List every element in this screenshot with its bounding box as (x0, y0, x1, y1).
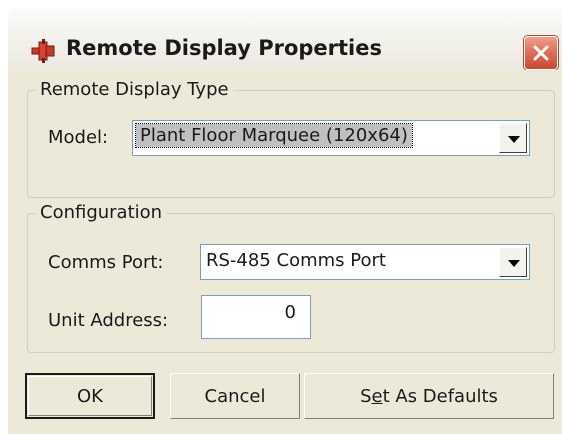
cancel-button[interactable]: Cancel (170, 373, 300, 419)
unit-address-value: 0 (284, 302, 296, 323)
comms-port-dropdown-button[interactable] (499, 247, 527, 277)
close-button[interactable] (524, 36, 558, 70)
comms-port-label: Comms Port: (48, 252, 164, 273)
unit-address-label: Unit Address: (48, 310, 169, 331)
ok-button[interactable]: OK (25, 373, 155, 419)
dialog-body: Remote Display Type Model: Plant Floor M… (8, 70, 562, 434)
model-dropdown-button[interactable] (499, 123, 527, 153)
remote-display-type-group-label: Remote Display Type (36, 79, 233, 100)
unit-address-input[interactable]: 0 (201, 295, 311, 339)
cancel-button-label: Cancel (204, 385, 266, 407)
model-select[interactable]: Plant Floor Marquee (120x64) (132, 120, 530, 156)
title-bar[interactable]: Remote Display Properties (8, 8, 562, 70)
configuration-group-label: Configuration (36, 202, 167, 223)
comms-port-select[interactable]: RS-485 Comms Port (200, 244, 530, 280)
ok-button-label: OK (77, 385, 103, 407)
set-as-defaults-button-label: Set As Defaults (360, 385, 498, 407)
window-title: Remote Display Properties (66, 36, 382, 60)
set-as-defaults-button[interactable]: Set As Defaults (304, 373, 554, 419)
close-icon (533, 45, 549, 61)
model-label: Model: (48, 127, 109, 148)
dialog-window: Remote Display Properties Remote Display… (0, 0, 562, 434)
model-select-value: Plant Floor Marquee (120x64) (135, 123, 413, 148)
comms-port-select-value: RS-485 Comms Port (206, 250, 386, 271)
plugin-icon (30, 38, 58, 64)
